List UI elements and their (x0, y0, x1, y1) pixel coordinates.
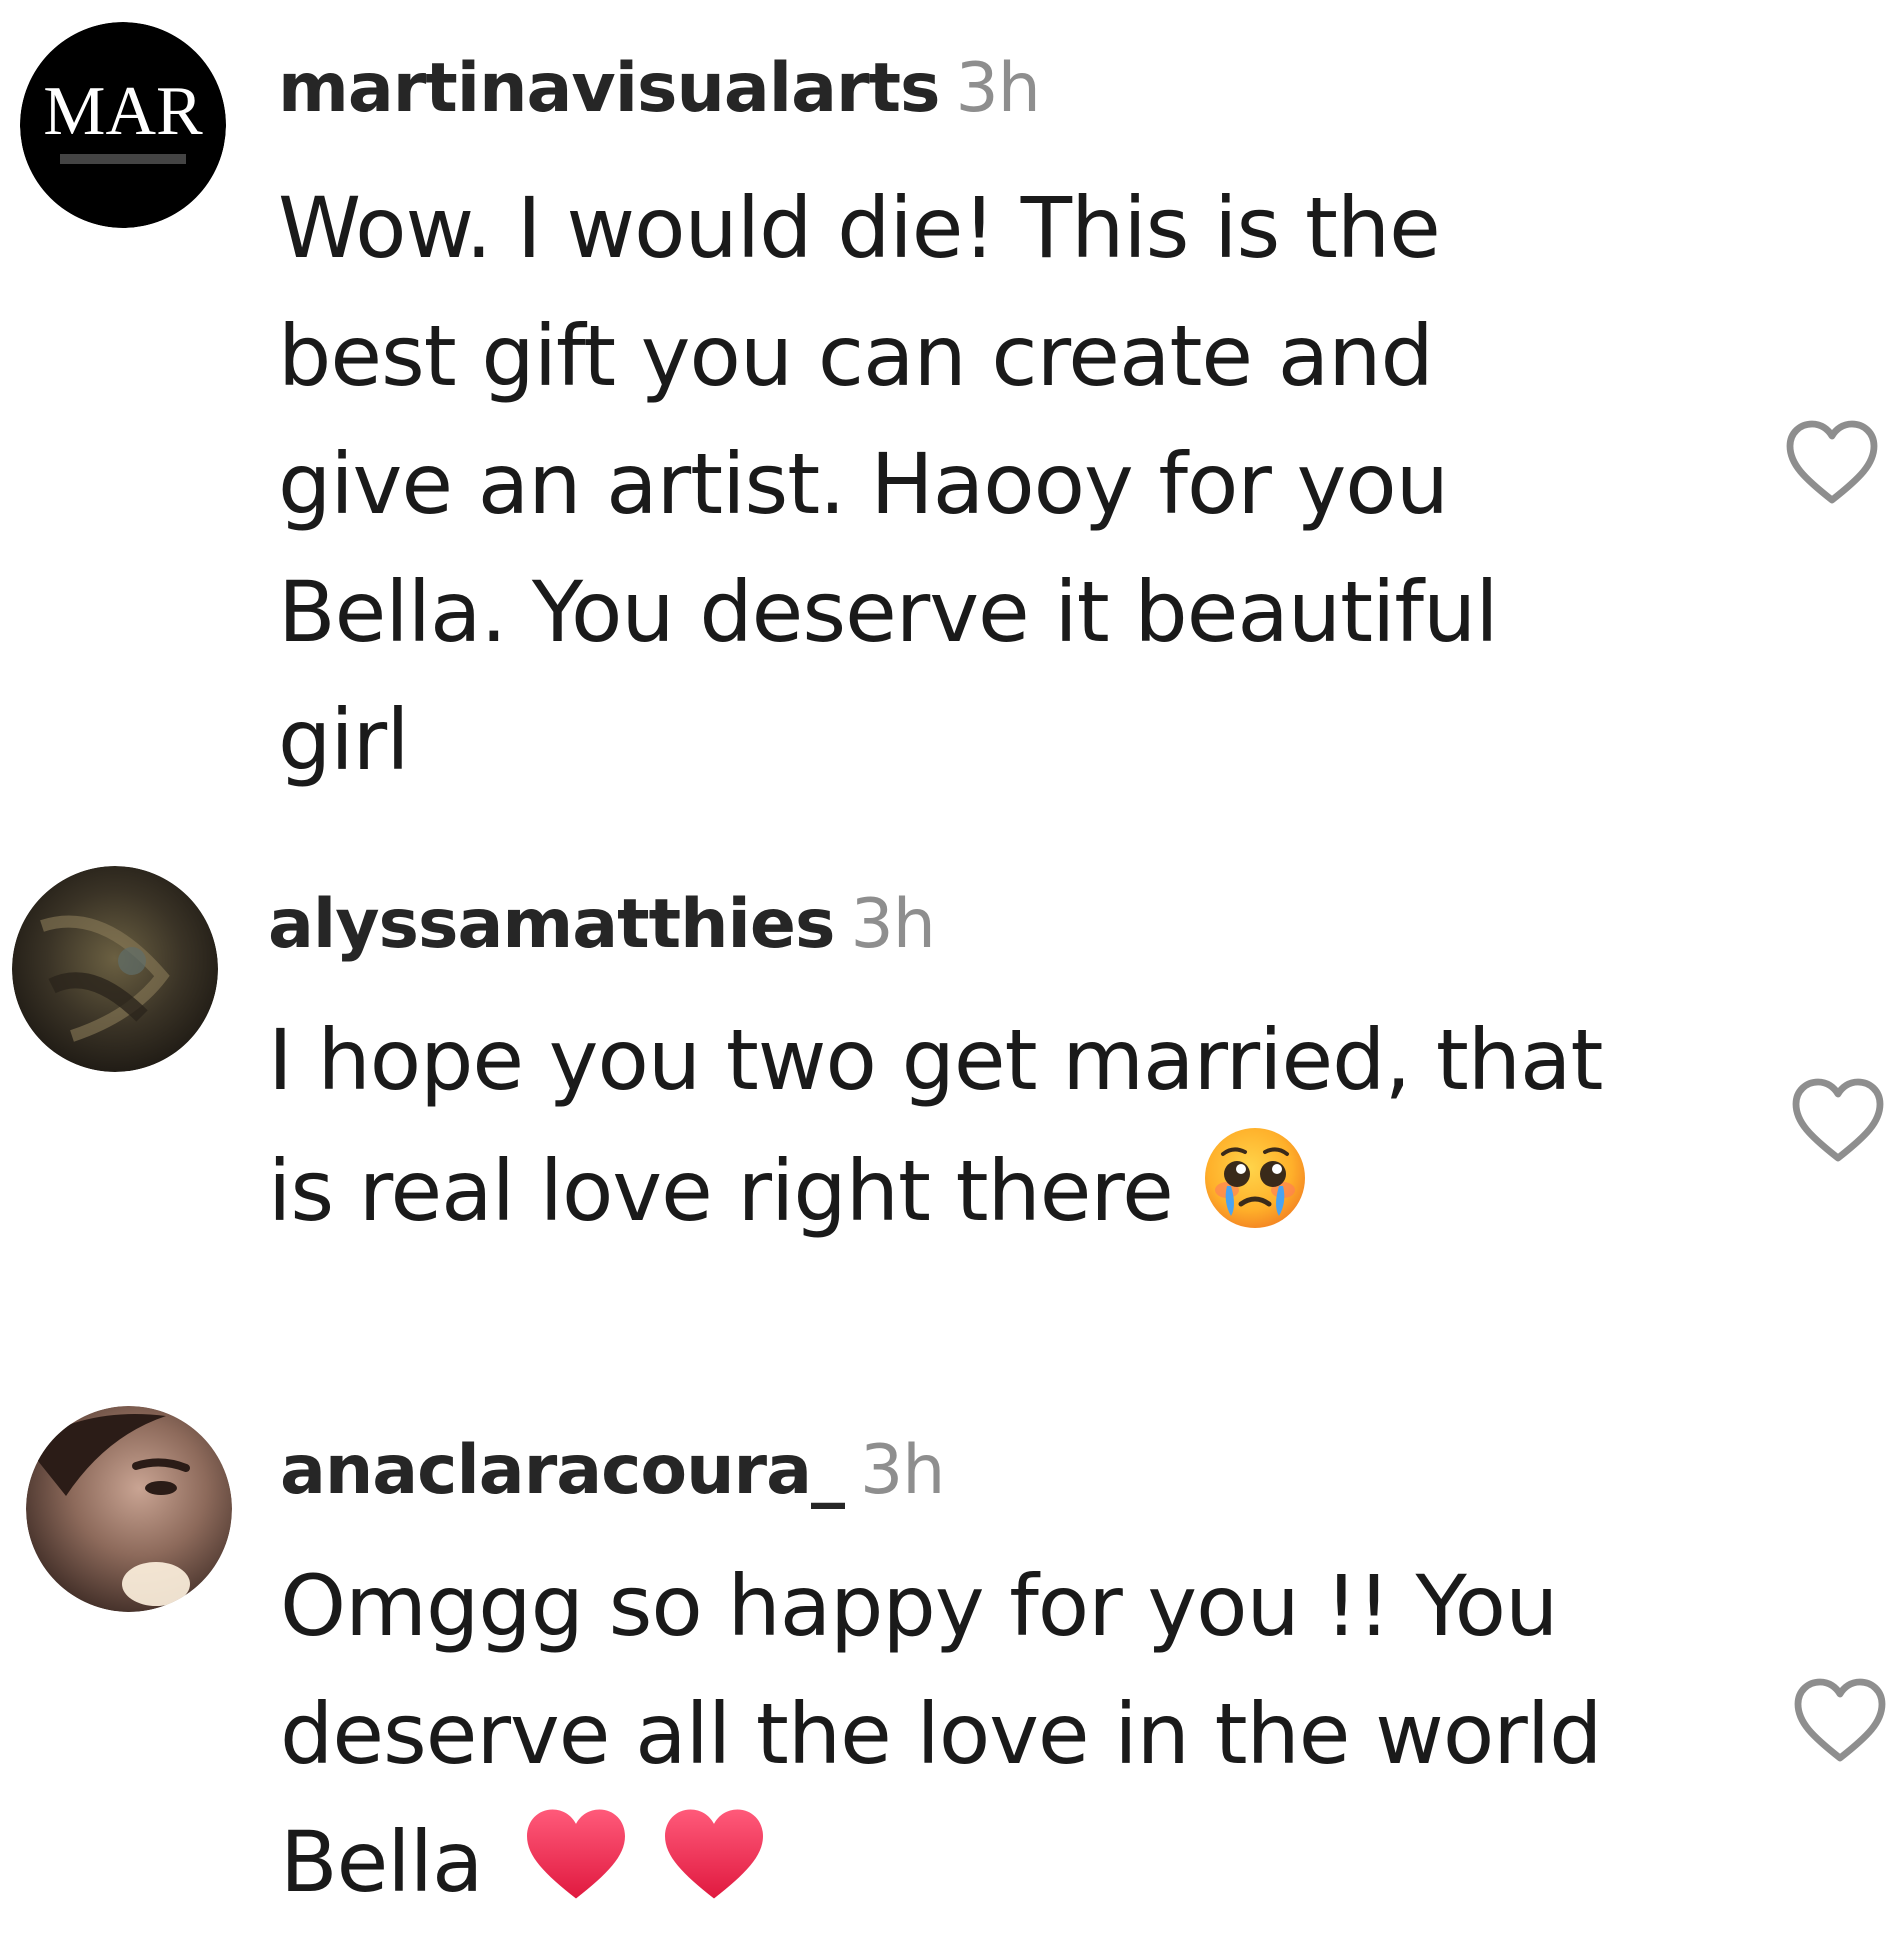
comment-content: martinavisualarts 3h Wow. I would die! Th… (278, 46, 1499, 804)
svg-text:MAR: MAR (43, 73, 203, 150)
comment-line: girl (278, 691, 410, 789)
avatar-photo-image (12, 866, 218, 1072)
like-button[interactable] (1792, 1676, 1888, 1764)
avatar[interactable] (26, 1406, 232, 1612)
avatar-logo-image: MAR (20, 22, 226, 228)
heart-outline-icon (1792, 1078, 1884, 1162)
avatar[interactable]: MAR (20, 22, 226, 228)
comment-line-text: is real love right there (268, 1142, 1174, 1240)
comment-timestamp[interactable]: 3h (850, 885, 935, 964)
pleading-face-with-tears-icon (1201, 1124, 1309, 1267)
comment-line: is real love right there (268, 1124, 1602, 1267)
comment-meta: alyssamatthies 3h (268, 882, 1602, 968)
comment-line: Wow. I would die! This is the (278, 179, 1441, 277)
comment-text: Wow. I would die! This is the best gift … (278, 164, 1499, 804)
red-heart-icon (522, 1805, 630, 1938)
comment-line: best gift you can create and (278, 307, 1434, 405)
comment-timestamp[interactable]: 3h (860, 1431, 945, 1510)
like-button[interactable] (1790, 1076, 1886, 1164)
comment-username[interactable]: alyssamatthies (268, 885, 835, 964)
comment-content: anaclaracoura_ 3h Omggg so happy for you … (280, 1428, 1602, 1938)
comment-timestamp[interactable]: 3h (956, 49, 1041, 128)
avatar-photo-image (26, 1406, 232, 1612)
comment-username[interactable]: anaclaracoura_ (280, 1431, 845, 1510)
comment-line: Bella (280, 1798, 1601, 1938)
comment-meta: anaclaracoura_ 3h (280, 1428, 1601, 1514)
comment-line: deserve all the love in the world (280, 1685, 1602, 1783)
avatar[interactable] (12, 866, 218, 1072)
comment-line: I hope you two get married, that (268, 1011, 1603, 1109)
comment-text: I hope you two get married, that is real… (268, 996, 1603, 1267)
like-button[interactable] (1784, 418, 1880, 506)
comment-line: Omggg so happy for you !! You (280, 1557, 1558, 1655)
comment-content: alyssamatthies 3h I hope you two get marr… (268, 882, 1603, 1267)
comment-meta: martinavisualarts 3h (278, 46, 1498, 132)
comment-text: Omggg so happy for you !! You deserve al… (280, 1542, 1602, 1938)
heart-outline-icon (1786, 420, 1878, 504)
comment-line: give an artist. Haooy for you (278, 435, 1449, 533)
comment-line: Bella. You deserve it beautiful (278, 563, 1499, 661)
comment-line-text: Bella (280, 1813, 483, 1911)
heart-outline-icon (1794, 1678, 1886, 1762)
comment-username[interactable]: martinavisualarts (278, 49, 941, 128)
red-heart-icon (660, 1805, 768, 1938)
